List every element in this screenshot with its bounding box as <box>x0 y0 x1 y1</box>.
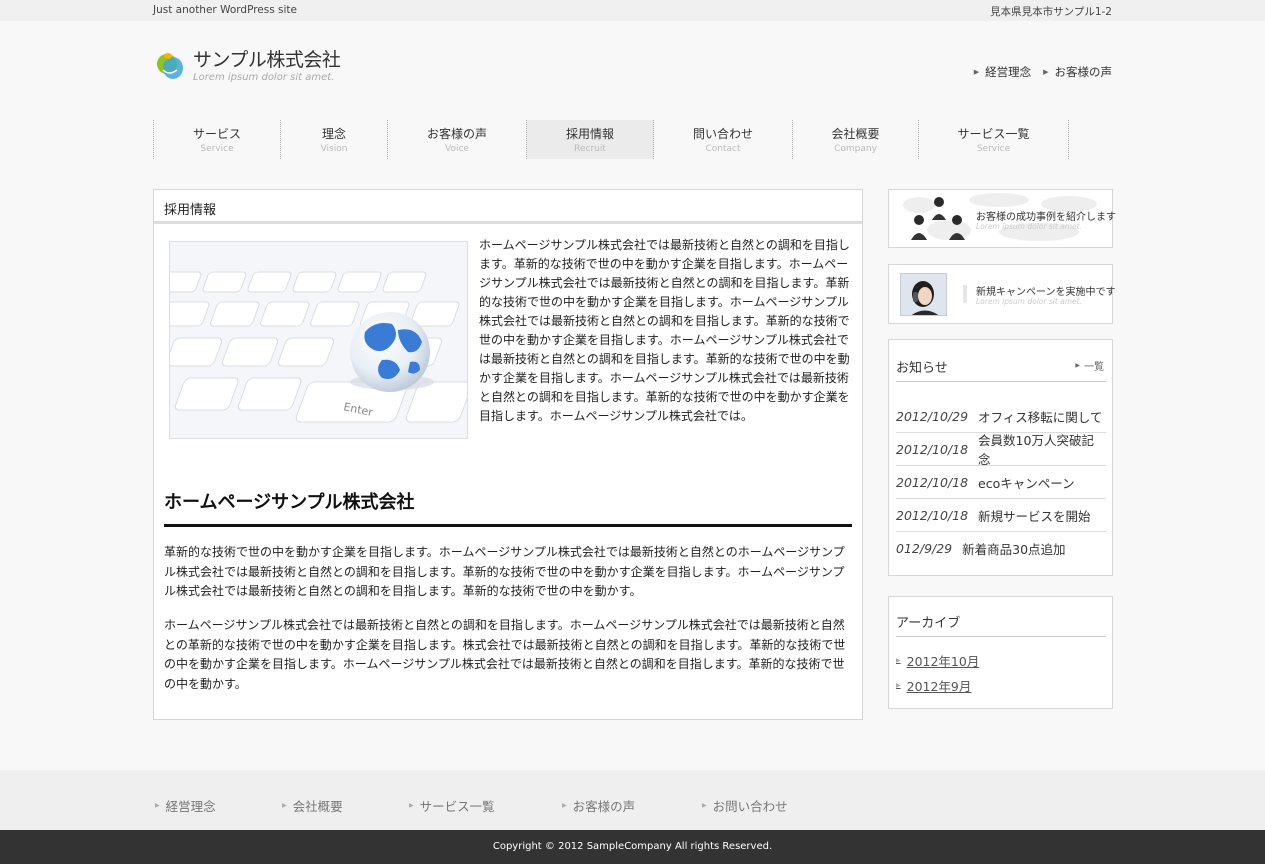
header-links: ▶ 経営理念 ▶ お客様の声 <box>974 64 1112 80</box>
news-more-label: 一覧 <box>1084 362 1104 373</box>
page-title: 採用情報 <box>154 190 862 224</box>
arrow-right-icon: ▶ <box>409 802 414 809</box>
phone-person-icon <box>900 273 947 316</box>
news-box: お知らせ ▶ 一覧 2012/10/29 オフィス移転に関して 2012/10/1… <box>888 339 1113 576</box>
news-item[interactable]: 2012/10/29 オフィス移転に関して <box>896 400 1106 433</box>
header-link-philosophy[interactable]: ▶ 経営理念 <box>974 64 1031 80</box>
news-date: 2012/10/18 <box>896 474 969 490</box>
archive-link-label: 2012年10月 <box>906 654 980 669</box>
banner-subtitle: Lorem ipsum dolor sit amet. <box>976 222 1082 231</box>
news-date: 2012/10/18 <box>896 441 969 457</box>
footer-link-label: 会社概要 <box>292 799 343 814</box>
intro-text: ホームページサンプル株式会社では最新技術と自然との調和を目指します。革新的な技術… <box>479 238 850 423</box>
company-address: 見本県見本市サンプル1-2 <box>990 6 1112 18</box>
arrow-right-icon: ▶ <box>155 802 160 809</box>
nav-item-label: 理念 <box>321 127 346 141</box>
nav-item-sublabel: Recruit <box>574 144 606 154</box>
news-text: オフィス移転に関して <box>978 409 1103 425</box>
nav-item-vision[interactable]: 理念 Vision <box>281 120 388 159</box>
news-date: 012/9/29 <box>896 541 953 556</box>
footer-link-philosophy[interactable]: ▶ 経営理念 <box>155 796 216 815</box>
arrow-right-icon: ▶ <box>282 802 287 809</box>
archive-link[interactable]: ▶ 2012年9月 <box>896 676 971 695</box>
body-paragraph: ホームページサンプル株式会社では最新技術と自然との調和を目指します。ホームページ… <box>164 618 846 691</box>
main-content: 採用情報 Enter ホームページサンプル株式会社では最新技術と自然との調和を目… <box>153 189 863 720</box>
news-text: 新着商品30点追加 <box>962 542 1066 557</box>
archive-link[interactable]: ▶ 2012年10月 <box>896 651 979 670</box>
news-item[interactable]: 2012/10/18 新規サービスを開始 <box>896 499 1106 532</box>
archive-box: アーカイブ ▶ 2012年10月 ▶ 2012年9月 <box>888 596 1113 709</box>
header-link-voice[interactable]: ▶ お客様の声 <box>1043 64 1112 80</box>
arrow-right-icon: ▶ <box>896 682 901 689</box>
logo-subtitle: Lorem ipsum dolor sit amet. <box>193 72 335 83</box>
site-tagline: Just another WordPress site <box>153 4 298 16</box>
banner-campaign[interactable]: 新規キャンペーンを実施中です Lorem ipsum dolor sit ame… <box>888 264 1116 324</box>
nav-item-label: 採用情報 <box>565 127 614 141</box>
arrow-right-icon: ▶ <box>562 802 567 809</box>
nav-item-service[interactable]: サービス Service <box>154 120 281 159</box>
nav-item-contact[interactable]: 問い合わせ Contact <box>654 120 793 159</box>
footer-link-voice[interactable]: ▶ お客様の声 <box>562 796 635 815</box>
nav-item-sublabel: Contact <box>705 144 741 154</box>
news-date: 2012/10/18 <box>896 507 969 523</box>
divider <box>896 381 1106 382</box>
body-paragraph: 革新的な技術で世の中を動かす企業を目指します。ホームページサンプル株式会社では最… <box>164 545 845 598</box>
news-text: 会員数10万人突破記念 <box>978 433 1094 467</box>
arrow-right-icon: ▶ <box>896 657 901 664</box>
banner-divider <box>963 285 967 303</box>
nav-item-recruit[interactable]: 採用情報 Recruit <box>527 120 654 159</box>
footer-link-label: お問い合わせ <box>712 799 788 814</box>
site-logo[interactable]: サンプル株式会社 Lorem ipsum dolor sit amet. <box>155 49 341 83</box>
footer-link-service-list[interactable]: ▶ サービス一覧 <box>409 796 495 815</box>
arrow-right-icon: ▶ <box>702 802 707 809</box>
nav-item-sublabel: Voice <box>445 144 469 154</box>
section-heading: ホームページサンプル株式会社 <box>164 488 852 527</box>
archive-link-label: 2012年9月 <box>906 679 972 694</box>
global-nav: サービス Service 理念 Vision お客様の声 Voice 採用情報 … <box>153 120 1069 159</box>
banner-subtitle: Lorem ipsum dolor sit amet. <box>976 297 1082 306</box>
arrow-right-icon: ▶ <box>1075 362 1080 369</box>
nav-item-label: 問い合わせ <box>692 127 753 141</box>
news-item[interactable]: 2012/10/18 ecoキャンペーン <box>896 466 1106 499</box>
hero-image: Enter <box>169 241 468 439</box>
top-bar: Just another WordPress site 見本県見本市サンプル1-… <box>0 0 1265 21</box>
footer-link-label: お客様の声 <box>572 799 636 814</box>
nav-item-service-list[interactable]: サービス一覧 Service <box>919 120 1069 159</box>
news-item[interactable]: 012/9/29 新着商品30点追加 <box>896 532 1106 565</box>
nav-item-sublabel: Service <box>200 144 234 154</box>
footer-link-contact[interactable]: ▶ お問い合わせ <box>702 796 788 815</box>
banner-title: 新規キャンペーンを実施中です <box>976 287 1116 298</box>
nav-item-company[interactable]: 会社概要 Company <box>793 120 919 159</box>
nav-item-label: 会社概要 <box>831 127 880 141</box>
header-link-label: 経営理念 <box>985 65 1032 79</box>
footer-link-label: サービス一覧 <box>419 799 495 814</box>
news-title: お知らせ <box>896 361 948 376</box>
nav-item-sublabel: Company <box>834 144 877 154</box>
divider <box>896 636 1106 637</box>
news-date: 2012/10/29 <box>896 408 969 424</box>
footer-link-label: 経営理念 <box>165 799 216 814</box>
arrow-right-icon: ▶ <box>973 68 980 76</box>
nav-item-label: お客様の声 <box>426 127 487 141</box>
news-item[interactable]: 2012/10/18 会員数10万人突破記念 <box>896 433 1106 467</box>
nav-item-voice[interactable]: お客様の声 Voice <box>388 120 527 159</box>
logo-title: サンプル株式会社 <box>193 49 341 71</box>
nav-item-sublabel: Vision <box>320 144 348 154</box>
news-more-link[interactable]: ▶ 一覧 <box>1075 358 1104 373</box>
banner-success-stories[interactable]: お客様の成功事例を紹介します Lorem ipsum dolor sit ame… <box>888 189 1116 248</box>
copyright: Copyright © 2012 SampleCompany All right… <box>0 830 1265 864</box>
archive-title: アーカイブ <box>896 616 961 631</box>
news-text: 新規サービスを開始 <box>978 508 1091 524</box>
logo-icon <box>155 50 187 82</box>
nav-item-label: サービス一覧 <box>957 127 1030 141</box>
arrow-right-icon: ▶ <box>1043 68 1049 76</box>
news-text: ecoキャンペーン <box>978 475 1075 491</box>
header-link-label: お客様の声 <box>1054 65 1113 79</box>
footer-link-company[interactable]: ▶ 会社概要 <box>282 796 343 815</box>
nav-item-label: サービス <box>192 127 241 141</box>
banner-title: お客様の成功事例を紹介します <box>976 212 1116 223</box>
nav-item-sublabel: Service <box>976 144 1011 154</box>
footer-nav: ▶ 経営理念 ▶ 会社概要 ▶ サービス一覧 ▶ お客様の声 ▶ お問い合わせ <box>0 770 1265 830</box>
